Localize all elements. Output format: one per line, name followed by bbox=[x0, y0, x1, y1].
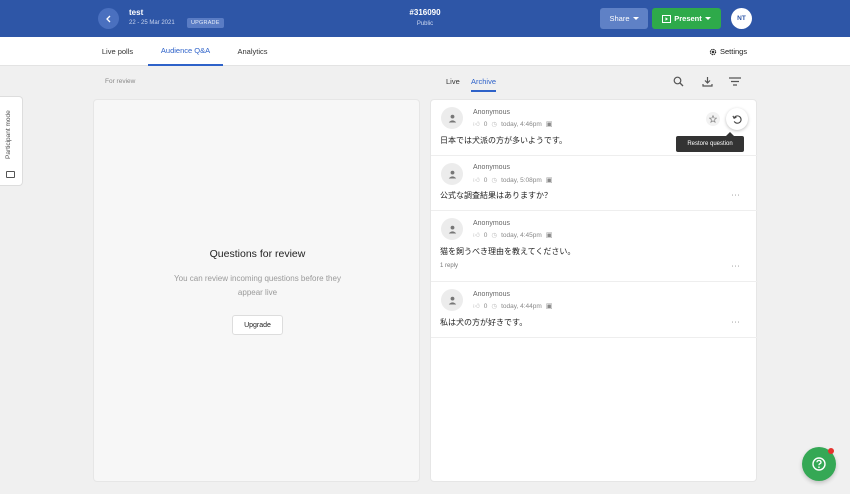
person-icon bbox=[448, 114, 456, 122]
question-time: today, 4:45pm bbox=[501, 231, 542, 239]
archive-box-icon: ▣ bbox=[545, 232, 553, 239]
question-meta: 👍︎ 0 ◷ today, 5:08pm ▣ bbox=[473, 176, 553, 185]
star-icon bbox=[709, 115, 717, 123]
event-date: 22 - 25 Mar 2021 bbox=[129, 20, 175, 26]
screen-icon bbox=[6, 171, 15, 178]
question-time: today, 4:44pm bbox=[501, 302, 542, 310]
participant-mode-toggle[interactable]: Participant mode bbox=[0, 96, 23, 186]
notification-dot bbox=[828, 448, 834, 454]
tab-live[interactable]: Live bbox=[446, 77, 460, 86]
question-author: Anonymous bbox=[473, 220, 510, 227]
more-options-icon[interactable]: ⋯ bbox=[731, 190, 741, 201]
question-item[interactable]: Anonymous 👍︎ 0 ◷ today, 4:44pm ▣ 私は犬の方が好… bbox=[431, 282, 758, 338]
question-meta: 👍︎ 0 ◷ today, 4:44pm ▣ bbox=[473, 302, 553, 311]
search-icon bbox=[673, 76, 683, 86]
archive-box-icon: ▣ bbox=[545, 177, 553, 184]
review-description: You can review incoming questions before… bbox=[174, 274, 341, 297]
like-count: 0 bbox=[483, 176, 488, 184]
help-icon bbox=[812, 457, 826, 471]
question-author: Anonymous bbox=[473, 291, 510, 298]
thumbs-up-icon: 👍︎ bbox=[473, 177, 480, 184]
avatar bbox=[441, 163, 463, 185]
avatar bbox=[441, 218, 463, 240]
caret-down-icon bbox=[704, 16, 711, 20]
clock-icon: ◷ bbox=[491, 177, 498, 184]
question-text: 猫を飼うべき理由を教えてください。 bbox=[440, 247, 576, 256]
like-count: 0 bbox=[483, 231, 488, 239]
tab-audience-qa[interactable]: Audience Q&A bbox=[148, 37, 223, 66]
question-meta: 👍︎ 0 ◷ today, 4:46pm ▣ bbox=[473, 120, 553, 129]
back-button[interactable] bbox=[98, 8, 119, 29]
question-item[interactable]: Anonymous 👍︎ 0 ◷ today, 5:08pm ▣ 公式な調査結果… bbox=[431, 156, 758, 211]
clock-icon: ◷ bbox=[491, 121, 498, 128]
clock-icon: ◷ bbox=[491, 303, 498, 310]
share-label: Share bbox=[609, 14, 630, 23]
reply-count[interactable]: 1 reply bbox=[440, 263, 458, 269]
gear-icon bbox=[709, 48, 717, 55]
person-icon bbox=[448, 225, 456, 233]
review-panel: Questions for review You can review inco… bbox=[93, 99, 420, 482]
download-icon bbox=[701, 76, 713, 87]
archive-panel: Anonymous 👍︎ 0 ◷ today, 4:46pm ▣ 日本では犬派の… bbox=[430, 99, 758, 482]
question-item[interactable]: Anonymous 👍︎ 0 ◷ today, 4:45pm ▣ 猫を飼うべき理… bbox=[431, 211, 758, 282]
present-label: Present bbox=[674, 14, 702, 23]
top-bar: test 22 - 25 Mar 2021 UPGRADE #316090 Pu… bbox=[0, 0, 850, 37]
event-visibility: Public bbox=[416, 21, 434, 27]
present-icon bbox=[662, 14, 672, 23]
review-title: Questions for review bbox=[209, 248, 306, 260]
question-text: 公式な調査結果はありますか？ bbox=[440, 191, 552, 200]
present-button[interactable]: Present bbox=[652, 8, 721, 29]
chevron-left-icon bbox=[105, 15, 110, 22]
question-text: 私は犬の方が好きです。 bbox=[440, 318, 528, 327]
thumbs-up-icon: 👍︎ bbox=[473, 121, 480, 128]
thumbs-up-icon: 👍︎ bbox=[473, 232, 480, 239]
restore-button[interactable] bbox=[726, 108, 748, 130]
question-author: Anonymous bbox=[473, 109, 510, 116]
tab-live-polls[interactable]: Live polls bbox=[93, 37, 142, 66]
question-meta: 👍︎ 0 ◷ today, 4:45pm ▣ bbox=[473, 231, 553, 240]
caret-down-icon bbox=[632, 16, 639, 20]
search-button[interactable] bbox=[671, 74, 685, 88]
question-time: today, 4:46pm bbox=[501, 120, 542, 128]
thumbs-up-icon: 👍︎ bbox=[473, 303, 480, 310]
share-button[interactable]: Share bbox=[600, 8, 648, 29]
person-icon bbox=[448, 170, 456, 178]
tab-archive[interactable]: Archive bbox=[471, 77, 497, 92]
settings-button[interactable]: Settings bbox=[709, 37, 747, 66]
download-button[interactable] bbox=[700, 74, 714, 88]
more-options-icon[interactable]: ⋯ bbox=[731, 317, 741, 328]
question-time: today, 5:08pm bbox=[501, 176, 542, 184]
event-code: #316090 bbox=[409, 8, 441, 17]
person-icon bbox=[448, 296, 456, 304]
settings-label: Settings bbox=[720, 47, 748, 56]
like-count: 0 bbox=[483, 120, 488, 128]
filter-button[interactable] bbox=[728, 74, 742, 88]
archive-box-icon: ▣ bbox=[545, 303, 553, 310]
user-avatar[interactable]: NT bbox=[731, 8, 752, 29]
avatar bbox=[441, 289, 463, 311]
question-author: Anonymous bbox=[473, 164, 510, 171]
upgrade-badge[interactable]: UPGRADE bbox=[187, 18, 224, 28]
question-item[interactable]: Anonymous 👍︎ 0 ◷ today, 4:46pm ▣ 日本では犬派の… bbox=[431, 100, 758, 156]
question-text: 日本では犬派の方が多いようです。 bbox=[440, 136, 568, 145]
archive-box-icon: ▣ bbox=[545, 121, 553, 128]
tab-analytics[interactable]: Analytics bbox=[230, 37, 275, 66]
filter-icon bbox=[729, 76, 741, 86]
upgrade-button[interactable]: Upgrade bbox=[232, 315, 283, 335]
restore-icon bbox=[731, 114, 742, 124]
more-options-icon[interactable]: ⋯ bbox=[731, 261, 741, 272]
participant-mode-label: Participant mode bbox=[5, 110, 12, 160]
star-button[interactable] bbox=[706, 112, 720, 126]
tab-bar: Live polls Audience Q&A Analytics Settin… bbox=[0, 37, 850, 66]
clock-icon: ◷ bbox=[491, 232, 498, 239]
restore-tooltip: Restore question bbox=[676, 132, 744, 152]
avatar bbox=[441, 107, 463, 129]
like-count: 0 bbox=[483, 302, 488, 310]
event-title: test bbox=[129, 8, 144, 17]
for-review-label: For review bbox=[105, 78, 136, 85]
